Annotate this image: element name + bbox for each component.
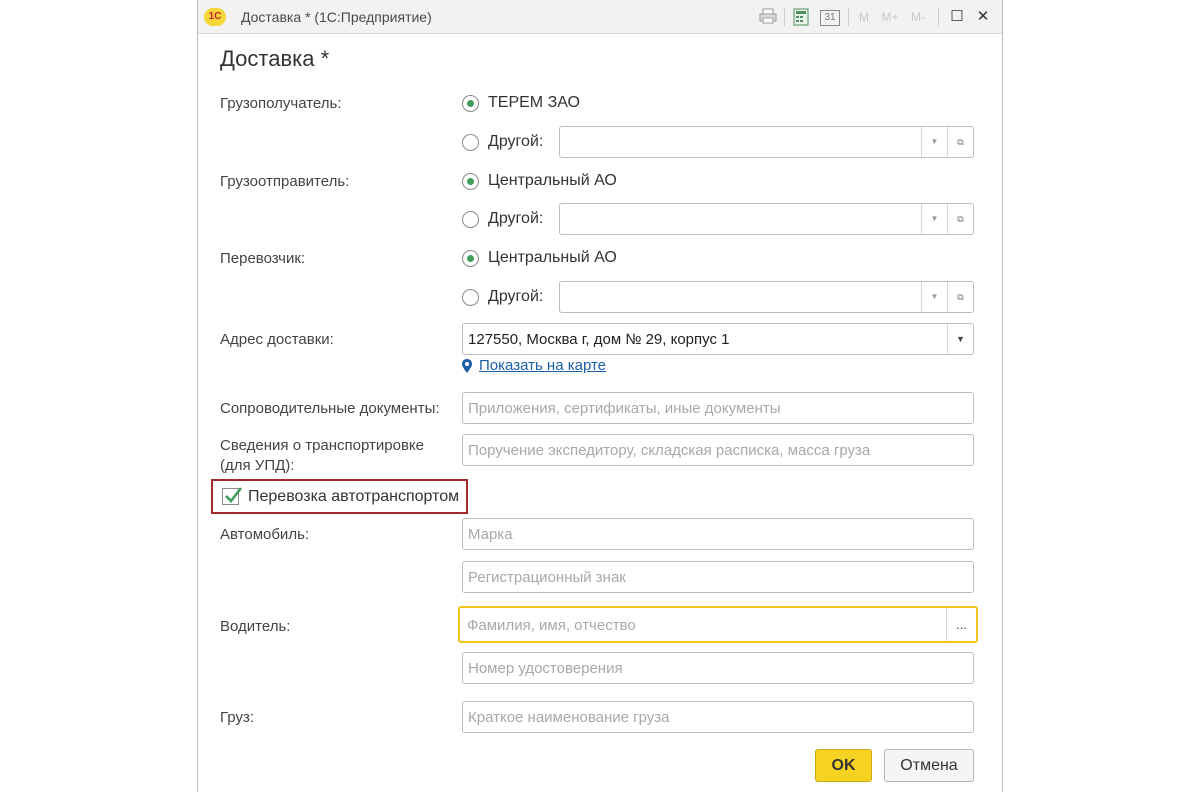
m-minus-icon[interactable]: M- xyxy=(906,8,930,26)
consignee-option-main[interactable]: ТЕРЕМ ЗАО xyxy=(462,92,580,114)
open-icon[interactable]: ⧉ xyxy=(947,204,973,234)
consignee-option-other[interactable]: Другой: xyxy=(462,131,543,153)
by-road-checkbox[interactable] xyxy=(222,487,243,505)
address-label: Адрес доставки: xyxy=(220,331,334,348)
transport-info-label-2: (для УПД): xyxy=(220,457,295,474)
dropdown-arrow-icon[interactable]: ▼ xyxy=(947,324,973,354)
radio-label: Центральный АО xyxy=(488,172,617,189)
dropdown-arrow-icon[interactable]: ▼ xyxy=(921,282,947,312)
calendar-icon[interactable]: 31 xyxy=(820,10,840,26)
radio-selected-icon[interactable] xyxy=(462,172,479,190)
print-icon[interactable] xyxy=(758,8,778,26)
radio-selected-icon[interactable] xyxy=(462,94,479,112)
carrier-option-main[interactable]: Центральный АО xyxy=(462,247,617,269)
driver-label: Водитель: xyxy=(220,618,291,635)
car-brand-placeholder: Марка xyxy=(468,526,513,543)
toolbar-separator xyxy=(938,8,939,26)
title-bar: 1С Доставка * (1С:Предприятие) 31 M M+ M… xyxy=(198,0,1002,34)
driver-name-input[interactable]: Фамилия, имя, отчество ... xyxy=(458,606,978,643)
driver-name-placeholder: Фамилия, имя, отчество xyxy=(467,617,636,634)
transport-info-input[interactable]: Поручение экспедитору, складская расписк… xyxy=(462,434,974,466)
by-road-highlight: Перевозка автотранспортом xyxy=(211,479,468,514)
consignee-other-input[interactable]: ▼ ⧉ xyxy=(559,126,974,158)
check-icon xyxy=(225,487,243,503)
select-driver-button[interactable]: ... xyxy=(946,608,976,641)
cancel-button[interactable]: Отмена xyxy=(884,749,974,782)
car-plate-placeholder: Регистрационный знак xyxy=(468,569,626,586)
radio-unselected-icon[interactable] xyxy=(462,210,479,228)
map-pin-icon xyxy=(462,358,472,373)
app-logo-icon: 1С xyxy=(204,8,226,26)
window-title: Доставка * (1С:Предприятие) xyxy=(241,9,432,25)
car-label: Автомобиль: xyxy=(220,526,310,543)
carrier-option-other[interactable]: Другой: xyxy=(462,286,543,308)
transport-info-placeholder: Поручение экспедитору, складская расписк… xyxy=(468,442,871,459)
dropdown-arrow-icon[interactable]: ▼ xyxy=(921,204,947,234)
radio-label: Другой: xyxy=(488,210,544,227)
docs-placeholder: Приложения, сертификаты, иные документы xyxy=(468,400,781,417)
ok-button[interactable]: OK xyxy=(815,749,872,782)
maximize-icon[interactable]: ☐ xyxy=(948,8,966,26)
driver-license-input[interactable]: Номер удостоверения xyxy=(462,652,974,684)
toolbar-separator xyxy=(848,8,849,26)
docs-label: Сопроводительные документы: xyxy=(220,400,440,417)
m-icon[interactable]: M xyxy=(856,8,872,26)
cargo-label: Груз: xyxy=(220,709,254,726)
docs-input[interactable]: Приложения, сертификаты, иные документы xyxy=(462,392,974,424)
carrier-other-input[interactable]: ▼ ⧉ xyxy=(559,281,974,313)
address-value: 127550, Москва г, дом № 29, корпус 1 xyxy=(468,331,730,348)
car-plate-input[interactable]: Регистрационный знак xyxy=(462,561,974,593)
shipper-other-input[interactable]: ▼ ⧉ xyxy=(559,203,974,235)
radio-label: Другой: xyxy=(488,288,544,305)
shipper-label: Грузоотправитель: xyxy=(220,173,350,190)
by-road-label[interactable]: Перевозка автотранспортом xyxy=(248,488,459,506)
open-icon[interactable]: ⧉ xyxy=(947,127,973,157)
show-map-link-text[interactable]: Показать на карте xyxy=(479,357,606,374)
address-input[interactable]: 127550, Москва г, дом № 29, корпус 1 ▼ xyxy=(462,323,974,355)
radio-label: Другой: xyxy=(488,133,544,150)
radio-selected-icon[interactable] xyxy=(462,249,479,267)
carrier-label: Перевозчик: xyxy=(220,250,306,267)
m-plus-icon[interactable]: M+ xyxy=(878,8,902,26)
radio-label: ТЕРЕМ ЗАО xyxy=(488,94,580,111)
radio-unselected-icon[interactable] xyxy=(462,288,479,306)
radio-label: Центральный АО xyxy=(488,249,617,266)
close-icon[interactable]: ✕ xyxy=(974,8,992,26)
toolbar-separator xyxy=(784,8,785,26)
car-brand-input[interactable]: Марка xyxy=(462,518,974,550)
page-title: Доставка * xyxy=(220,46,330,71)
dropdown-arrow-icon[interactable]: ▼ xyxy=(921,127,947,157)
open-icon[interactable]: ⧉ xyxy=(947,282,973,312)
radio-unselected-icon[interactable] xyxy=(462,133,479,151)
delivery-dialog: 1С Доставка * (1С:Предприятие) 31 M M+ M… xyxy=(197,0,1003,792)
driver-license-placeholder: Номер удостоверения xyxy=(468,660,623,677)
cargo-input[interactable]: Краткое наименование груза xyxy=(462,701,974,733)
calculator-icon[interactable] xyxy=(791,8,811,26)
shipper-option-other[interactable]: Другой: xyxy=(462,208,543,230)
cargo-placeholder: Краткое наименование груза xyxy=(468,709,670,726)
consignee-label: Грузополучатель: xyxy=(220,95,342,112)
shipper-option-main[interactable]: Центральный АО xyxy=(462,170,617,192)
transport-info-label: Сведения о транспортировке xyxy=(220,437,424,454)
show-map-link[interactable]: Показать на карте xyxy=(462,357,606,374)
